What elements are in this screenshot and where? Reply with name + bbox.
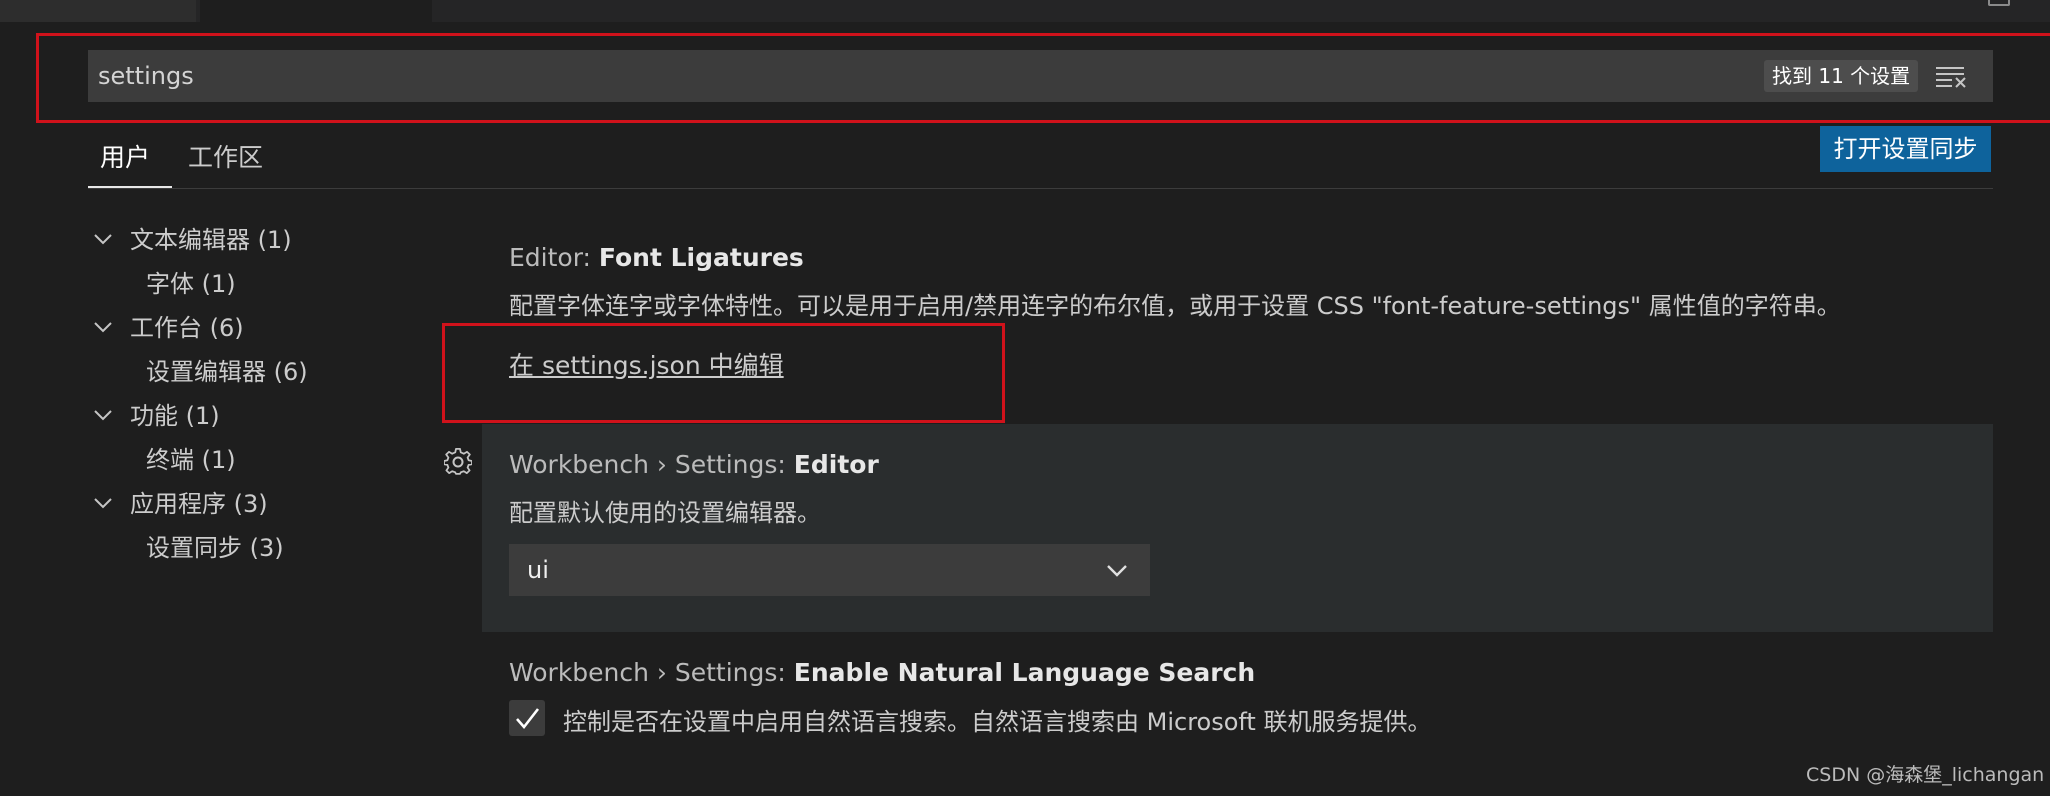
search-input[interactable] xyxy=(98,50,1698,102)
toc-item-label: 字体 (1) xyxy=(146,270,236,298)
chevron-down-icon xyxy=(94,410,112,421)
toc-item-label: 设置编辑器 (6) xyxy=(146,358,308,386)
settings-editor-select[interactable]: ui xyxy=(509,544,1150,596)
edit-in-settings-json-link[interactable]: 在 settings.json 中编辑 xyxy=(509,346,784,382)
setting-name: Font Ligatures xyxy=(598,243,804,272)
toc-item-label: 应用程序 (3) xyxy=(130,490,268,518)
chevron-down-icon xyxy=(94,234,112,245)
chevron-down-icon xyxy=(94,498,112,509)
setting-name: Enable Natural Language Search xyxy=(793,658,1256,687)
result-count-badge: 找到 11 个设置 xyxy=(1764,60,1919,92)
setting-category: Editor: xyxy=(509,243,599,272)
settings-scope-tabs: 用户 工作区 xyxy=(88,130,1993,189)
more-actions-icon[interactable] xyxy=(1988,0,2010,6)
checkmark-icon xyxy=(516,708,540,730)
chevron-down-icon xyxy=(1107,565,1127,577)
setting-title-natural-language-search: Workbench › Settings: Enable Natural Lan… xyxy=(509,658,1255,687)
search-box: 找到 11 个设置 xyxy=(88,50,1993,102)
active-tab-underline xyxy=(88,186,172,188)
setting-title-settings-editor: Workbench › Settings: Editor xyxy=(509,450,879,479)
toc-item-label: 设置同步 (3) xyxy=(146,534,284,562)
watermark: CSDN @海森堡_lichangan xyxy=(1806,764,2045,786)
toc-item-label: 文本编辑器 (1) xyxy=(130,226,292,254)
setting-name: Editor xyxy=(793,450,879,479)
setting-title-font-ligatures: Editor: Font Ligatures xyxy=(509,243,804,272)
setting-description-settings-editor: 配置默认使用的设置编辑器。 xyxy=(509,499,821,527)
editor-tab-strip xyxy=(0,0,2050,22)
open-settings-sync-button[interactable]: 打开设置同步 xyxy=(1820,126,1991,172)
select-value: ui xyxy=(527,556,549,584)
tab-workspace[interactable]: 工作区 xyxy=(188,134,263,186)
natural-language-search-checkbox[interactable] xyxy=(509,700,545,736)
clear-filter-icon[interactable] xyxy=(1934,64,1968,88)
gear-icon[interactable] xyxy=(444,448,472,476)
setting-description-font-ligatures: 配置字体连字或字体特性。可以是用于启用/禁用连字的布尔值，或用于设置 CSS "… xyxy=(509,292,1841,320)
editor-tab-active[interactable] xyxy=(200,0,432,22)
chevron-down-icon xyxy=(94,322,112,333)
setting-category: Workbench › Settings: xyxy=(509,450,794,479)
toc-item-label: 功能 (1) xyxy=(130,402,220,430)
settings-editor: 找到 11 个设置 用户 工作区 打开设置同步 文本编辑器 (1) 字体 (1)… xyxy=(0,0,2050,796)
toc-item-label: 工作台 (6) xyxy=(130,314,244,342)
setting-category: Workbench › Settings: xyxy=(509,658,794,687)
editor-tab[interactable] xyxy=(0,0,196,22)
setting-description-natural-language-search: 控制是否在设置中启用自然语言搜索。自然语言搜索由 Microsoft 联机服务提… xyxy=(563,708,1432,736)
toc-item-label: 终端 (1) xyxy=(146,446,236,474)
tab-user[interactable]: 用户 xyxy=(100,134,150,186)
